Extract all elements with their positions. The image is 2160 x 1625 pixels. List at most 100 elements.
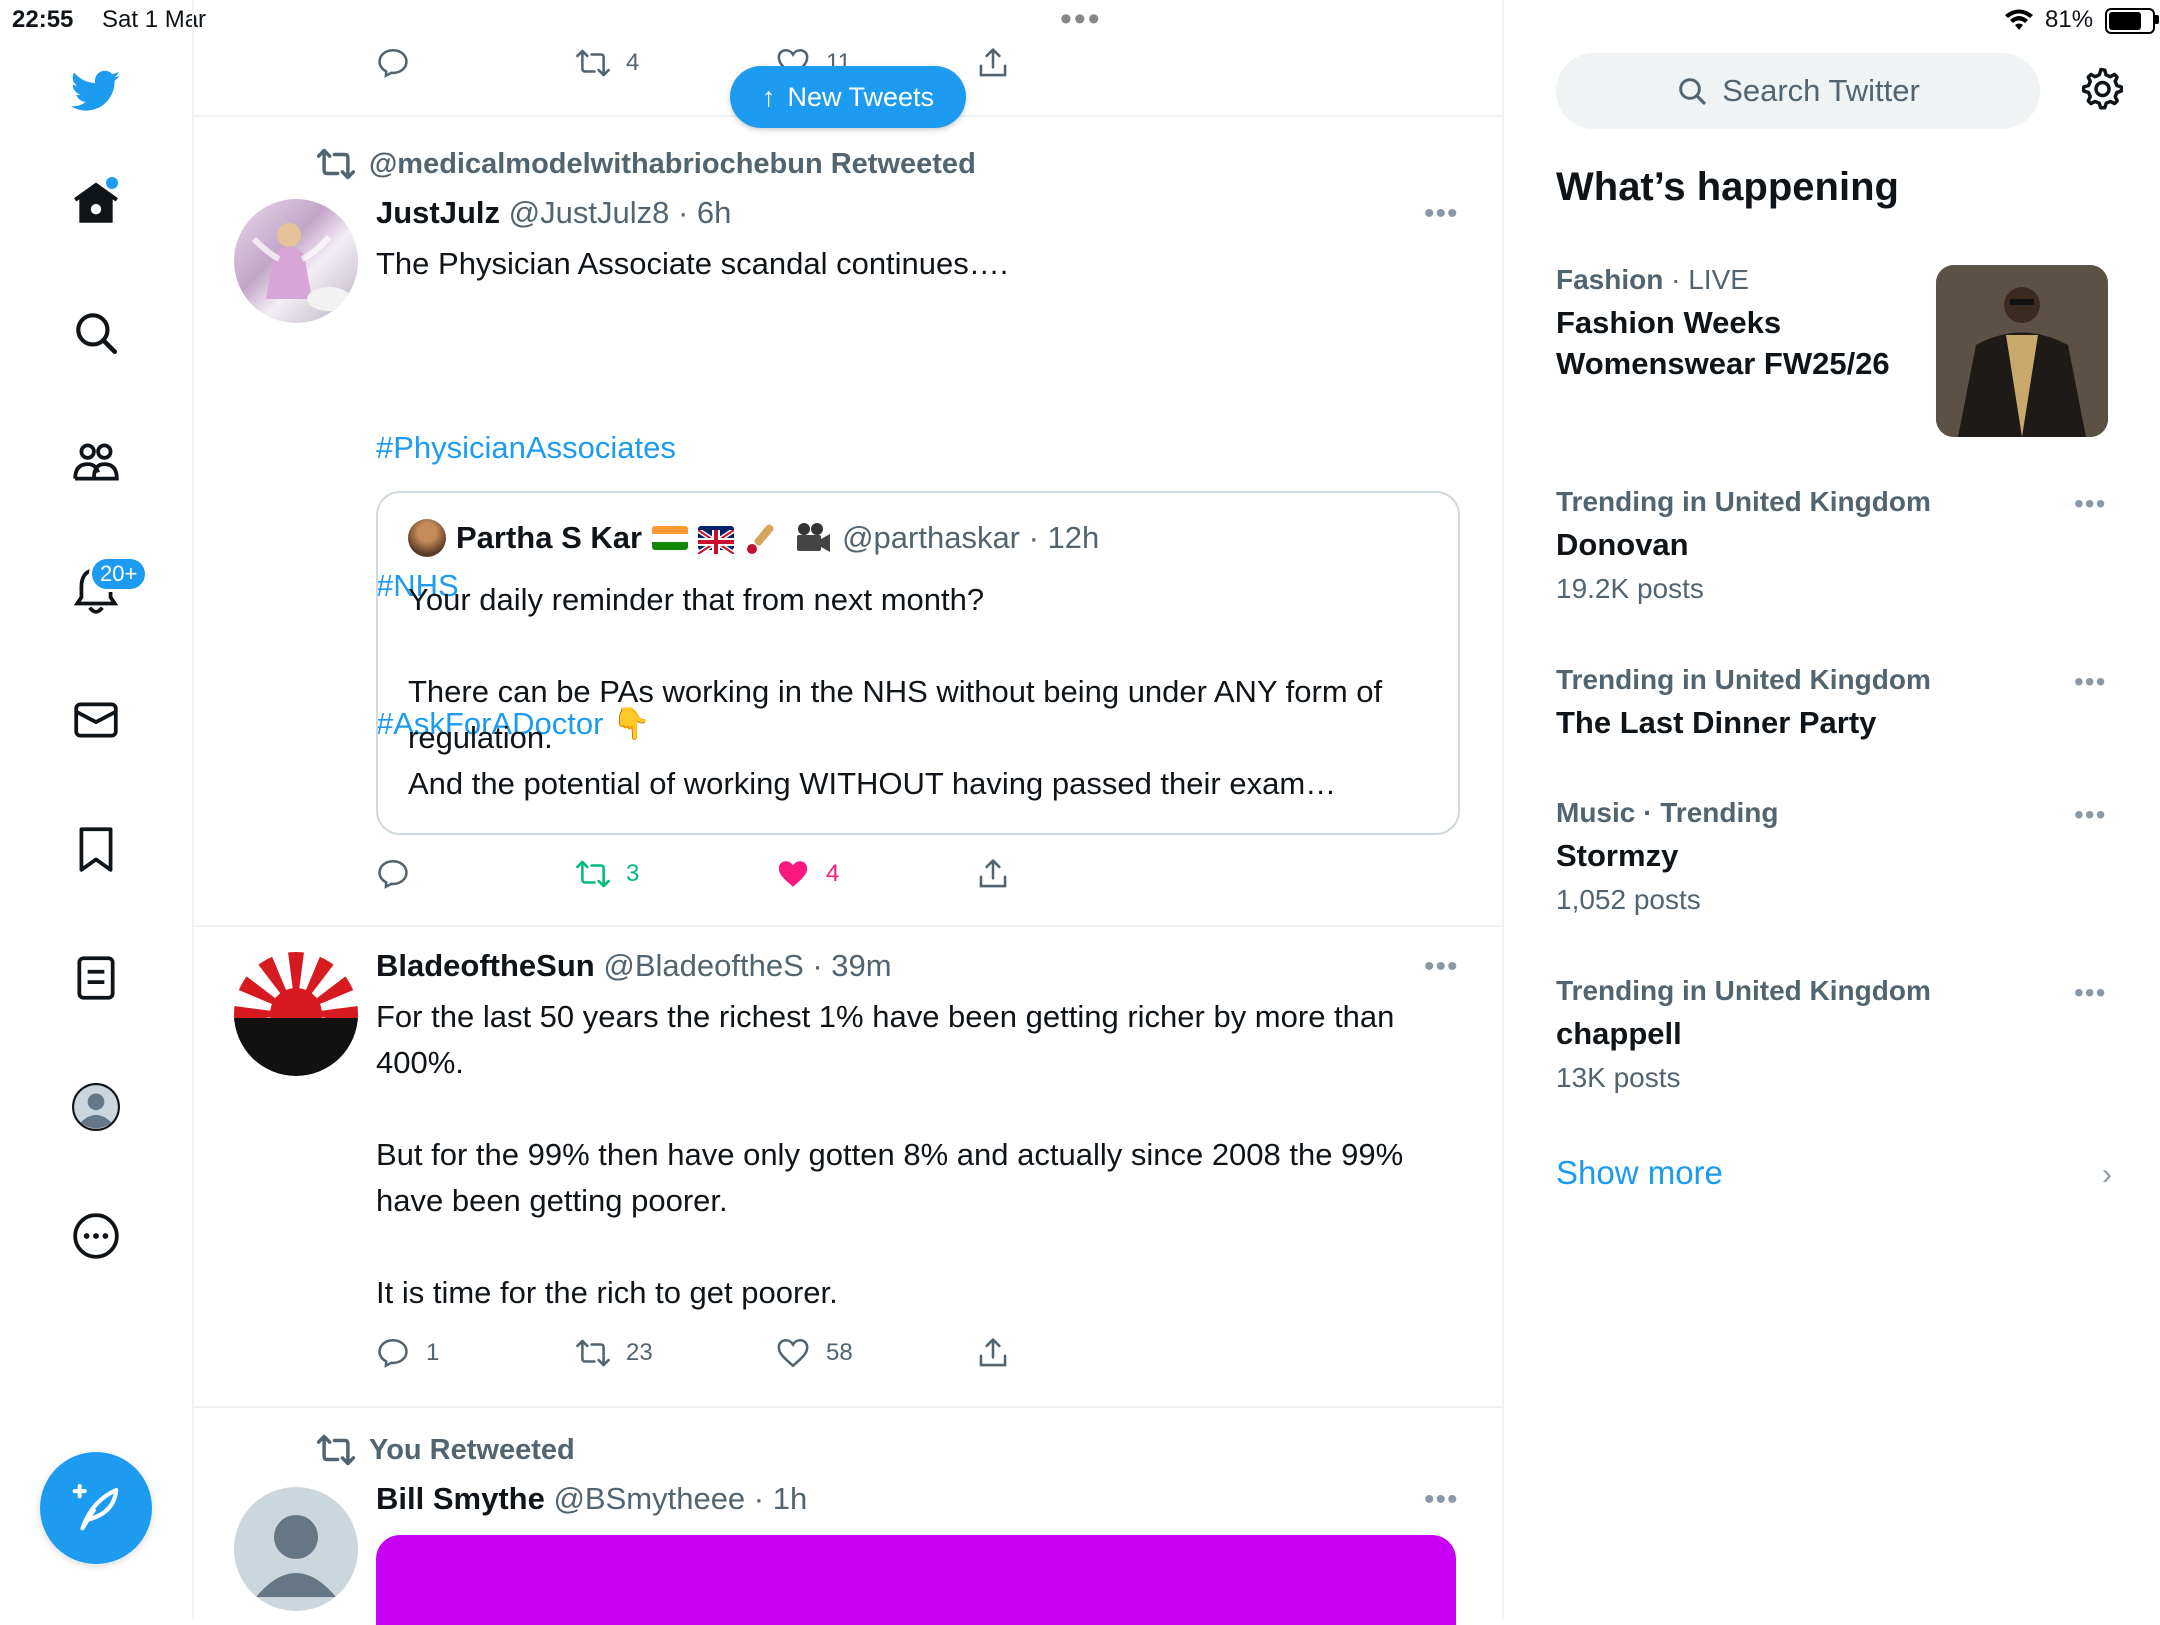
retweet-count: 4 [626, 49, 640, 76]
trend-item[interactable]: Trending in United Kingdom Donovan 19.2K… [1556, 486, 2116, 605]
tweet[interactable]: BladeoftheSun @BladeoftheS · 39m ••• For… [194, 926, 1502, 1408]
retweet-icon [317, 148, 355, 180]
trend-live-label: · LIVE [1663, 264, 1749, 295]
quote-tweet[interactable]: Partha S Kar @parthaskar · 12h Your dail… [376, 491, 1460, 835]
nav-messages[interactable] [63, 687, 129, 753]
settings-button[interactable] [2078, 66, 2124, 117]
bookmark-icon [79, 827, 113, 872]
compose-tweet-button[interactable] [40, 1452, 152, 1564]
nav-notifications[interactable]: 20+ [63, 556, 149, 624]
nav-profile[interactable] [63, 1074, 129, 1140]
trend-category: Trending in United Kingdom [1556, 975, 1931, 1006]
retweet-button[interactable]: 4 [576, 46, 639, 80]
trend-post-count: 19.2K posts [1556, 573, 1704, 604]
share-icon [979, 48, 1007, 77]
hashtag-link[interactable]: #PhysicianAssociates [376, 425, 1456, 471]
like-button[interactable]: 4 [776, 857, 839, 891]
show-more-link[interactable]: Show more [1556, 1154, 1723, 1192]
tweet-more-icon[interactable]: ••• [1424, 1483, 1459, 1517]
trend-title: Stormzy [1556, 838, 1679, 873]
quote-avatar [408, 519, 446, 557]
new-tweets-pill[interactable]: ↑ New Tweets [730, 66, 966, 128]
nav-bookmarks[interactable] [63, 816, 129, 882]
trend-item[interactable]: Trending in United Kingdom chappell 13K … [1556, 975, 2116, 1094]
profile-avatar-icon [72, 1083, 120, 1131]
more-circle-icon [73, 1213, 119, 1259]
retweet-icon [576, 1339, 610, 1367]
author-handle[interactable]: @JustJulz8 · 6h [509, 195, 732, 230]
retweeted-by-text: @medicalmodelwithabriochebun Retweeted [369, 147, 976, 180]
tweet-media[interactable] [376, 1535, 1456, 1625]
whats-happening-title: What’s happening [1556, 165, 1899, 209]
reply-button[interactable]: 1 [376, 1336, 439, 1370]
author-handle[interactable]: @BladeoftheS · 39m [603, 948, 891, 983]
tweet-text: The Physician Associate scandal continue… [376, 246, 1009, 281]
communities-icon [73, 443, 119, 481]
tweet-header: BladeoftheSun @BladeoftheS · 39m [376, 948, 892, 984]
share-button[interactable] [976, 46, 1010, 80]
trend-title: chappell [1556, 1016, 1682, 1051]
trend-title: The Last Dinner Party [1556, 705, 1877, 740]
nav-search[interactable] [63, 300, 129, 366]
retweet-icon [317, 1434, 355, 1466]
retweet-count: 3 [626, 860, 640, 887]
trend-item[interactable]: Trending in United Kingdom The Last Dinn… [1556, 664, 2116, 743]
trend-item[interactable]: Music · Trending Stormzy 1,052 posts [1556, 797, 2116, 916]
author-name[interactable]: JustJulz [376, 195, 500, 230]
trend-more-icon[interactable]: ••• [2074, 488, 2106, 520]
share-button[interactable] [976, 857, 1010, 891]
like-button[interactable]: 58 [776, 1336, 853, 1370]
tweet[interactable]: @medicalmodelwithabriochebun Retweeted J… [194, 117, 1502, 927]
trend-category-name: Fashion [1556, 264, 1664, 295]
author-handle[interactable]: @BSmytheee · 1h [553, 1481, 807, 1516]
retweeted-by-text: You Retweeted [369, 1433, 575, 1466]
trend-image[interactable] [1936, 265, 2108, 437]
author-name[interactable]: BladeoftheSun [376, 948, 595, 983]
nav-home[interactable] [63, 171, 129, 237]
reply-button[interactable] [376, 857, 410, 891]
share-icon [979, 859, 1007, 888]
trend-post-count: 13K posts [1556, 1062, 1681, 1093]
avatar[interactable] [234, 1487, 358, 1611]
trend-more-icon[interactable]: ••• [2074, 799, 2106, 831]
india-flag-icon [652, 526, 689, 550]
trend-post-count: 1,052 posts [1556, 884, 1701, 915]
heart-icon [777, 1338, 809, 1368]
cricket-icon [747, 524, 774, 554]
gear-icon [2082, 67, 2124, 110]
right-sidebar: Search Twitter What’s happening Fashion … [1504, 0, 2160, 1620]
search-icon [76, 313, 118, 355]
trend-more-icon[interactable]: ••• [2074, 666, 2106, 698]
trend-title: Donovan [1556, 527, 1689, 562]
share-button[interactable] [976, 1336, 1010, 1370]
reply-button[interactable] [376, 46, 410, 80]
arrow-up-icon: ↑ [761, 81, 776, 112]
mail-icon [74, 702, 118, 738]
chevron-right-icon: › [2102, 1158, 2112, 1191]
tweet-more-icon[interactable]: ••• [1424, 197, 1459, 231]
author-name[interactable]: Bill Smythe [376, 1481, 545, 1516]
retweet-button[interactable]: 3 [576, 857, 639, 891]
avatar[interactable] [234, 199, 358, 323]
nav-lists[interactable] [63, 945, 129, 1011]
sidebar-nav: 20+ [0, 0, 194, 1620]
tweet[interactable]: You Retweeted Bill Smythe @BSmytheee · 1… [194, 1407, 1502, 1625]
tweet-actions: 3 4 [376, 857, 1276, 897]
quote-header: Partha S Kar @parthaskar · 12h [408, 519, 1099, 557]
retweet-button[interactable]: 23 [576, 1336, 653, 1370]
tweet-more-icon[interactable]: ••• [1424, 950, 1459, 984]
search-input[interactable]: Search Twitter [1556, 53, 2040, 129]
nav-communities[interactable] [63, 429, 129, 495]
lists-icon [77, 956, 115, 1000]
new-tweets-label: New Tweets [787, 81, 935, 112]
like-count: 58 [826, 1339, 853, 1366]
retweet-icon [576, 860, 610, 888]
nav-more[interactable] [63, 1203, 129, 1269]
trend-more-icon[interactable]: ••• [2074, 977, 2106, 1009]
search-placeholder: Search Twitter [1722, 73, 1920, 108]
quote-author-name: Partha S Kar [456, 520, 643, 555]
avatar[interactable] [234, 952, 358, 1076]
home-unread-dot [106, 177, 118, 189]
twitter-logo-icon[interactable] [63, 58, 129, 124]
compose-feather-icon [72, 1484, 119, 1531]
